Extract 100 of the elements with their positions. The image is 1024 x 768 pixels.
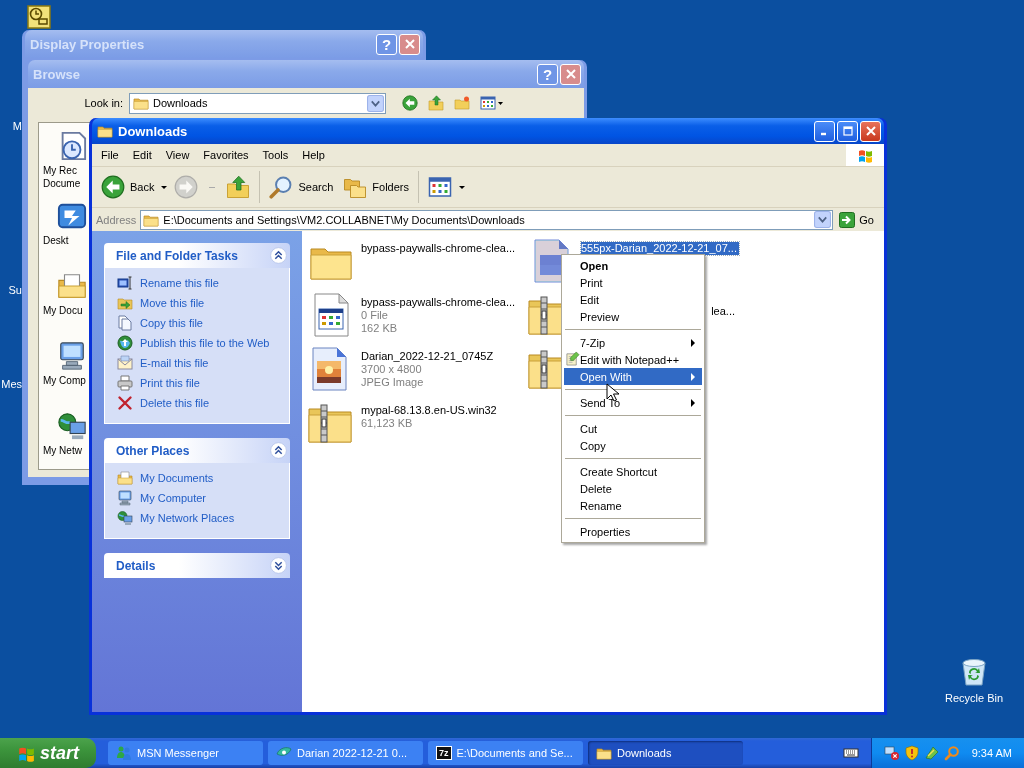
flag-icon xyxy=(846,144,884,166)
computer-icon xyxy=(117,490,133,506)
place-label[interactable]: My Docu xyxy=(43,304,83,317)
panel-title[interactable]: Details xyxy=(116,558,270,573)
shield-icon[interactable] xyxy=(903,745,920,761)
caret-icon[interactable] xyxy=(459,185,465,189)
taskbar-button[interactable]: Downloads xyxy=(588,741,743,765)
file-name[interactable]: mypal-68.13.8.en-US.win32 xyxy=(361,404,497,417)
panel-title[interactable]: File and Folder Tasks xyxy=(116,248,270,263)
network-icon[interactable] xyxy=(57,411,87,441)
task-link[interactable]: My Computer xyxy=(140,492,207,504)
place-label[interactable]: My Rec xyxy=(43,164,77,177)
folder-icon xyxy=(97,123,113,139)
file-detail: 61,123 KB xyxy=(361,417,414,430)
file-name[interactable]: bypass-paywalls-chrome-clea... xyxy=(361,242,516,255)
place-label[interactable]: My Netw xyxy=(43,444,82,457)
desktop-icon-label[interactable]: M xyxy=(12,120,22,132)
menu-item[interactable]: Copy xyxy=(564,437,702,454)
menu-item[interactable]: Send To xyxy=(564,394,702,411)
clock: 9:34 AM xyxy=(971,747,1012,759)
menu-item[interactable]: Open With xyxy=(564,368,702,385)
documents-folder-icon[interactable] xyxy=(57,271,87,301)
menu-item[interactable]: Delete xyxy=(564,480,702,497)
people-icon xyxy=(116,745,132,761)
menu-item[interactable]: Edit xyxy=(125,149,159,161)
envelope-icon xyxy=(117,355,133,371)
folder-icon xyxy=(596,745,612,761)
close-icon xyxy=(565,69,576,79)
folders-button[interactable]: Folders xyxy=(340,170,412,204)
delete-icon xyxy=(117,395,133,411)
close-button[interactable] xyxy=(860,120,881,142)
submenu-arrow-icon xyxy=(691,339,695,347)
menu-item[interactable]: Help xyxy=(295,149,332,161)
search-icon xyxy=(269,175,294,199)
taskbar-button[interactable]: Darian 2022-12-21 0... xyxy=(268,741,423,765)
menu-item[interactable]: View xyxy=(158,149,197,161)
menu-item[interactable]: Favorites xyxy=(196,149,256,161)
taskbar-button[interactable]: 7z E:\Documents and Se... xyxy=(428,741,583,765)
task-link[interactable]: My Documents xyxy=(140,472,214,484)
menu-item[interactable]: Rename xyxy=(564,497,702,514)
desktop-icon[interactable] xyxy=(57,201,87,231)
taskbar-button[interactable]: MSN Messenger xyxy=(108,741,263,765)
start-button[interactable]: start xyxy=(0,738,96,768)
task-link[interactable]: Print this file xyxy=(140,377,200,389)
recycle-bin-icon[interactable] xyxy=(959,656,989,688)
go-button[interactable]: Go xyxy=(837,211,880,228)
menu-item[interactable]: Tools xyxy=(255,149,296,161)
file-detail: 162 KB xyxy=(361,322,399,335)
documents-folder-icon xyxy=(117,470,133,486)
menu-item[interactable]: 7-Zip xyxy=(564,334,702,351)
desktop-icon-label[interactable]: Recycle Bin xyxy=(944,692,1004,704)
back-button[interactable]: Back xyxy=(98,170,158,204)
window-title: Downloads xyxy=(118,123,189,139)
submenu-arrow-icon xyxy=(691,399,695,407)
place-label[interactable]: My Comp xyxy=(43,374,86,387)
desktop-icon-label[interactable]: Mes xyxy=(1,378,22,390)
file-name[interactable]: Darian_2022-12-21_0745Z xyxy=(361,350,494,363)
close-icon xyxy=(865,126,876,136)
menu-item[interactable]: File xyxy=(94,149,126,161)
network-warning-icon[interactable] xyxy=(883,745,900,761)
file-name[interactable]: bypass-paywalls-chrome-clea... xyxy=(361,296,516,309)
minimize-button[interactable] xyxy=(814,120,835,142)
printer-icon xyxy=(117,375,133,391)
file-detail: 3700 x 4800 xyxy=(361,363,423,376)
tray-app-icon[interactable] xyxy=(923,745,940,761)
place-label[interactable]: Docume xyxy=(43,177,81,190)
submenu-arrow-icon xyxy=(691,373,695,381)
task-link[interactable]: Delete this file xyxy=(140,397,210,409)
caret-icon[interactable] xyxy=(161,185,168,189)
menu-item[interactable]: Open xyxy=(564,257,702,274)
menu-item[interactable]: Preview xyxy=(564,308,702,325)
keyboard-icon[interactable] xyxy=(842,745,859,761)
maximize-button[interactable] xyxy=(837,120,858,142)
menu-item[interactable]: Create Shortcut xyxy=(564,463,702,480)
expand-button[interactable] xyxy=(270,557,287,574)
task-link[interactable]: Copy this file xyxy=(140,317,203,329)
file-name[interactable]: lea... xyxy=(711,305,735,318)
desktop-icon-label[interactable]: Su xyxy=(8,284,22,296)
menu-item[interactable]: Edit with Notepad++ xyxy=(564,351,702,368)
panel-title[interactable]: Other Places xyxy=(116,443,270,458)
task-link[interactable]: Rename this file xyxy=(140,277,219,289)
copy-icon xyxy=(117,315,133,331)
menu-item[interactable]: Print xyxy=(564,274,702,291)
task-link[interactable]: Publish this file to the Web xyxy=(140,337,270,349)
computer-icon[interactable] xyxy=(57,341,87,371)
task-link[interactable]: E-mail this file xyxy=(140,357,209,369)
collapse-button[interactable] xyxy=(270,442,287,459)
clock-icon[interactable] xyxy=(27,5,51,29)
menu-item[interactable]: Cut xyxy=(564,420,702,437)
menu-item[interactable]: Edit xyxy=(564,291,702,308)
move-icon xyxy=(117,295,133,311)
collapse-button[interactable] xyxy=(270,247,287,264)
notepad-icon xyxy=(565,351,580,366)
menu-item[interactable]: Properties xyxy=(564,523,702,540)
task-link[interactable]: Move this file xyxy=(140,297,205,309)
search-button[interactable]: Search xyxy=(266,170,337,204)
place-label[interactable]: Deskt xyxy=(43,234,69,247)
task-link[interactable]: My Network Places xyxy=(140,512,235,524)
close-icon xyxy=(404,39,415,49)
address-field[interactable]: E:\Documents and Settings\VM2.COLLABNET\My Documents\Downloads xyxy=(140,209,834,230)
